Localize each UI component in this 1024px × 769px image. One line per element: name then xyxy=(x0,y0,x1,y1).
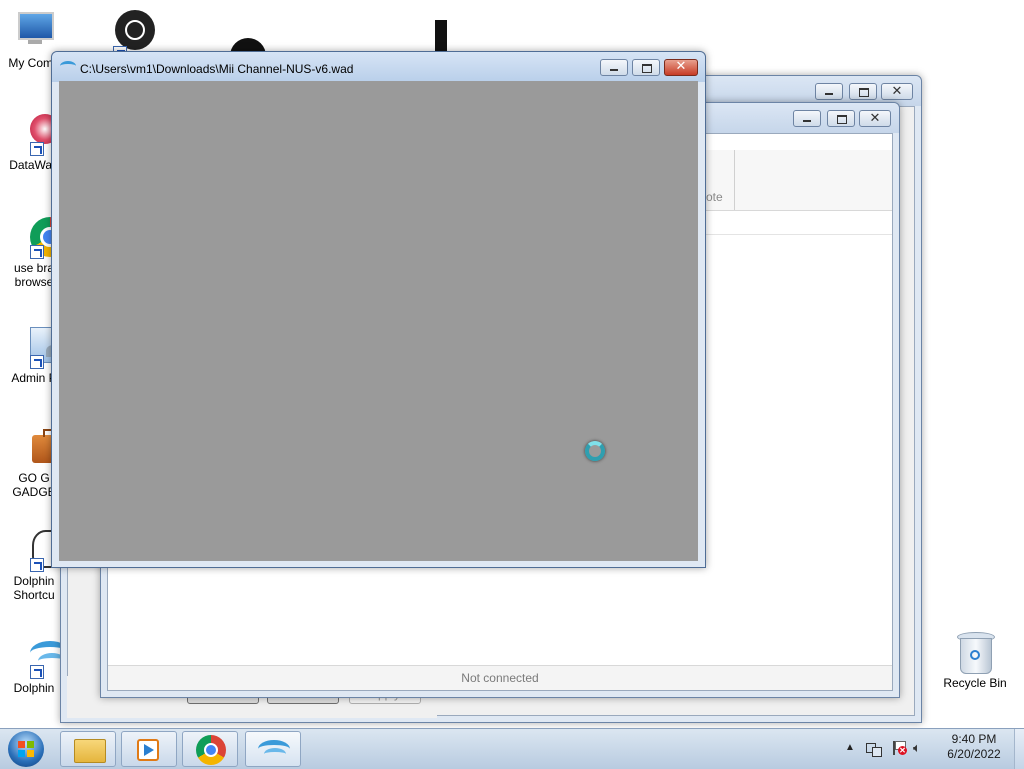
briefcase-icon xyxy=(12,425,68,469)
clock-time: 9:40 PM xyxy=(951,732,997,746)
show-desktop-button[interactable] xyxy=(1014,729,1024,769)
obs-icon xyxy=(93,10,155,60)
desktop-icon-label: Recycle Bin xyxy=(943,676,1007,690)
media-player-icon xyxy=(137,739,159,761)
taskbar-dolphin-button[interactable] xyxy=(245,731,301,767)
busy-cursor-icon xyxy=(585,441,605,461)
render-canvas[interactable] xyxy=(59,81,698,561)
maximize-icon xyxy=(642,64,652,73)
close-icon: ✕ xyxy=(891,83,903,98)
chrome-icon xyxy=(12,215,70,259)
taskbar-explorer-button[interactable] xyxy=(60,731,116,767)
close-icon: ✕ xyxy=(869,110,881,125)
taskbar-media-player-button[interactable] xyxy=(121,731,177,767)
toolbar-tab-label[interactable]: ote xyxy=(706,190,723,204)
action-center-flag-icon[interactable]: ✕ xyxy=(891,740,907,756)
minimize-icon xyxy=(610,69,618,71)
show-hidden-icons-button[interactable]: ▲ xyxy=(843,741,857,755)
minimize-button[interactable] xyxy=(815,83,843,100)
desktop-icon-recycle-bin[interactable]: Recycle Bin xyxy=(935,630,1015,690)
chrome-icon xyxy=(196,735,226,765)
tab-separator xyxy=(734,150,735,210)
taskbar: ▲ ✕ 🔈︎ 9:40 PM 6/20/2022 xyxy=(0,728,1024,769)
windows-logo-icon xyxy=(8,731,44,767)
close-button[interactable]: ✕ xyxy=(664,59,698,76)
minimize-icon xyxy=(803,120,811,122)
dolphin-app-icon xyxy=(60,61,76,71)
desktop-icon-label: Dolphin Shortcu xyxy=(13,574,55,602)
maximize-button[interactable] xyxy=(849,83,877,100)
minimize-button[interactable] xyxy=(793,110,821,127)
start-button[interactable] xyxy=(4,730,48,768)
recycle-bin-icon xyxy=(953,630,997,674)
close-button[interactable]: ✕ xyxy=(859,110,891,127)
status-bar: Not connected xyxy=(108,665,892,690)
dolphin-mascot-icon xyxy=(12,528,66,572)
taskbar-chrome-button[interactable] xyxy=(182,731,238,767)
active-window[interactable]: C:\Users\vm1\Downloads\Mii Channel-NUS-v… xyxy=(51,51,706,568)
connection-status: Not connected xyxy=(461,671,539,685)
clock-date: 6/20/2022 xyxy=(947,747,1001,761)
minimize-icon xyxy=(825,93,833,95)
maximize-button[interactable] xyxy=(827,110,855,127)
close-button[interactable]: ✕ xyxy=(881,83,913,100)
volume-icon[interactable]: 🔈︎ xyxy=(913,740,931,756)
clock[interactable]: 9:40 PM 6/20/2022 xyxy=(938,732,1010,762)
dolphin-icon xyxy=(12,635,70,679)
datawag-icon xyxy=(12,107,67,156)
maximize-icon xyxy=(859,88,869,97)
maximize-button[interactable] xyxy=(632,59,660,76)
close-icon: ✕ xyxy=(675,59,687,74)
maximize-icon xyxy=(837,115,847,124)
minimize-button[interactable] xyxy=(600,59,628,76)
computer-icon xyxy=(12,10,56,54)
window-title: C:\Users\vm1\Downloads\Mii Channel-NUS-v… xyxy=(80,62,354,76)
folder-icon xyxy=(74,739,106,763)
desktop-icon-obs[interactable] xyxy=(75,10,155,60)
admin-panel-icon xyxy=(12,325,66,369)
network-icon[interactable] xyxy=(866,741,882,757)
